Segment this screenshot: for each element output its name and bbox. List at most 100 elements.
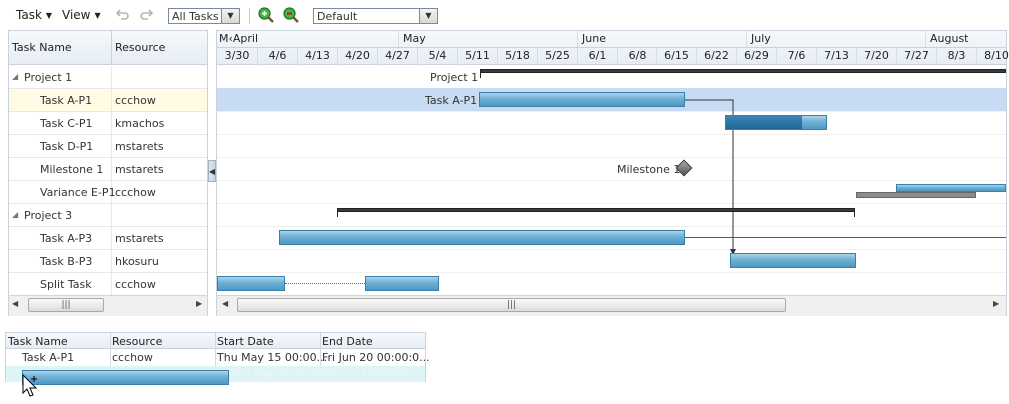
column-divider	[111, 66, 112, 89]
split-task-bar-segment-2[interactable]	[365, 276, 439, 291]
splitter-collapse-handle[interactable]: ◀	[208, 160, 216, 182]
scroll-right-arrow-icon[interactable]: ▶	[196, 299, 202, 308]
timeline-week: 6/29	[736, 48, 776, 65]
resource-cell[interactable]: mstarets	[115, 232, 164, 245]
timeline-week: 4/27	[377, 48, 417, 65]
project1-summary-bar[interactable]	[480, 69, 1006, 73]
variance-e-p1-baseline[interactable]	[856, 192, 976, 198]
timeline-week: 4/20	[337, 48, 377, 65]
task-name-cell[interactable]: Task A-P3	[40, 232, 92, 245]
drag-table-column-header[interactable]: Resource	[112, 335, 162, 348]
timeline-week: 3/30	[224, 49, 250, 62]
task-menu-label: Task	[16, 8, 42, 22]
gantt-row-divider	[217, 180, 1006, 181]
column-header-resource[interactable]: Resource	[115, 41, 165, 54]
timeline-week: 4/13	[297, 48, 337, 65]
resource-cell[interactable]: kmachos	[115, 117, 164, 130]
column-divider	[111, 31, 112, 65]
gantt-scroll-thumb[interactable]: |||	[237, 298, 786, 312]
resource-cell[interactable]: hkosuru	[115, 255, 159, 268]
task-name-cell[interactable]: Milestone 1	[40, 163, 103, 176]
timeline-week: 6/1	[577, 48, 617, 65]
task-list-scroll-thumb[interactable]: |||	[28, 298, 104, 312]
resource-cell[interactable]: ccchow	[115, 278, 156, 291]
zoom-out-icon[interactable]	[281, 5, 301, 25]
view-menu-label: View	[62, 8, 91, 22]
scroll-left-arrow-icon[interactable]: ◀	[222, 299, 228, 308]
variance-e-p1-bar[interactable]	[896, 184, 1006, 192]
timeline-week: 6/22	[696, 48, 736, 65]
task-name-cell[interactable]: Task B-P3	[40, 255, 92, 268]
timeline-week: 6/15	[656, 48, 696, 65]
task-b-p3-bar[interactable]	[730, 253, 856, 268]
gantt-row-divider	[217, 249, 1006, 250]
expand-collapse-icon[interactable]: ◢	[12, 210, 18, 219]
timeline-week: 7/13	[816, 48, 856, 65]
expand-collapse-icon[interactable]: ◢	[12, 72, 18, 81]
resource-cell[interactable]: ccchow	[115, 94, 156, 107]
task-c-p1-progress	[726, 116, 802, 129]
dragged-task-bar[interactable]	[22, 370, 229, 385]
project3-summary-bar[interactable]	[337, 208, 855, 212]
row-divider	[9, 203, 207, 204]
drag-table-cell[interactable]: Fri Jun 20 00:00:0...	[322, 351, 430, 364]
timeline-week: 8/10	[976, 48, 1009, 65]
column-divider	[111, 89, 112, 112]
row-divider	[9, 272, 207, 273]
gantt-row-divider	[217, 157, 1006, 158]
ghost-start-date: Thu May 29 00:00...	[231, 368, 332, 379]
task-a-p3-bar[interactable]	[279, 230, 685, 245]
task-a-p1-bar[interactable]	[479, 92, 685, 107]
split-task-bar-segment-1[interactable]	[217, 276, 285, 291]
column-divider	[110, 333, 111, 366]
timeline-week: 7/20	[856, 48, 896, 65]
undo-icon[interactable]	[112, 5, 132, 25]
column-divider	[215, 333, 216, 366]
row-divider	[9, 111, 207, 112]
zoom-in-icon[interactable]	[256, 5, 276, 25]
column-divider	[111, 112, 112, 135]
timeline-week: 5/4	[417, 48, 457, 65]
column-divider	[111, 135, 112, 158]
task-name-cell[interactable]: Task C-P1	[40, 117, 93, 130]
timeline-week: 5/18	[497, 48, 537, 65]
resource-cell[interactable]: mstarets	[115, 140, 164, 153]
task-name-cell[interactable]: Task A-P1	[40, 94, 92, 107]
layout-select[interactable]: Default ▼	[313, 8, 438, 24]
task-filter-select[interactable]: All Tasks ▼	[168, 8, 240, 24]
drag-table-cell[interactable]: ccchow	[112, 351, 153, 364]
chevron-down-icon: ▼	[221, 9, 239, 23]
redo-icon[interactable]	[137, 5, 157, 25]
project3-summary-cap-right	[854, 208, 855, 217]
task-menu[interactable]: Task ▼	[16, 6, 52, 24]
resource-cell[interactable]: ccchow	[115, 186, 156, 199]
column-divider	[111, 227, 112, 250]
timeline-week: 7/6	[776, 48, 816, 65]
resource-cell[interactable]: mstarets	[115, 163, 164, 176]
drag-table-column-header[interactable]: Task Name	[8, 335, 68, 348]
task-name-cell[interactable]: Variance E-P1	[40, 186, 116, 199]
column-divider	[111, 273, 112, 296]
task-name-cell[interactable]: Project 3	[24, 209, 72, 222]
timeline-month: M‹April	[219, 32, 259, 45]
timeline-week: 5/11	[457, 48, 497, 65]
view-menu[interactable]: View ▼	[62, 6, 101, 24]
drag-table-cell[interactable]: Task A-P1	[22, 351, 74, 364]
project1-summary-cap	[480, 69, 481, 78]
task-name-cell[interactable]: Project 1	[24, 71, 72, 84]
scroll-left-arrow-icon[interactable]: ◀	[12, 299, 18, 308]
drag-table-cell[interactable]: Thu May 15 00:00...	[217, 351, 327, 364]
timeline-week: 5/25	[537, 48, 577, 65]
task-name-cell[interactable]: Task D-P1	[40, 140, 93, 153]
task-a-p1-bar-label: Task A-P1	[425, 94, 478, 107]
column-header-task-name[interactable]: Task Name	[12, 41, 72, 54]
gantt-row-divider	[217, 134, 1006, 135]
task-list-row-highlight	[9, 89, 207, 112]
timeline-week: 8/3	[936, 48, 976, 65]
task-name-cell[interactable]: Split Task	[40, 278, 92, 291]
drag-table-column-header[interactable]: End Date	[322, 335, 373, 348]
scroll-right-arrow-icon[interactable]: ▶	[993, 299, 999, 308]
timeline-month: July	[746, 31, 925, 47]
drag-table-column-header[interactable]: Start Date	[217, 335, 274, 348]
column-divider	[111, 158, 112, 181]
